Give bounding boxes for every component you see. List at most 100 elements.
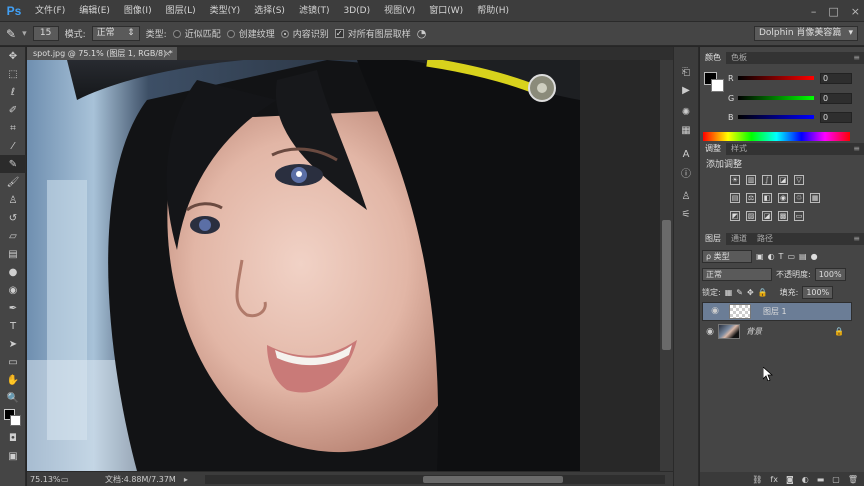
menu-3d[interactable]: 3D(D): [336, 0, 377, 22]
tab-swatches[interactable]: 色板: [726, 52, 752, 64]
menu-image[interactable]: 图像(I): [117, 0, 159, 22]
histogram-icon[interactable]: ▦: [674, 121, 698, 139]
channel-value-g[interactable]: 0: [820, 92, 852, 104]
eye-icon[interactable]: ◉: [707, 305, 723, 318]
menu-select[interactable]: 选择(S): [247, 0, 292, 22]
lasso-tool-icon[interactable]: ℓ: [0, 83, 26, 101]
clone-source-icon[interactable]: ♙: [674, 187, 698, 205]
layer-row-background[interactable]: ◉ 背景 🔒: [702, 322, 852, 341]
brush-tool-icon[interactable]: 🖌: [0, 173, 26, 191]
portrait-photo[interactable]: [27, 60, 580, 471]
actions-icon[interactable]: ▶: [674, 81, 698, 99]
minimize-icon[interactable]: –: [811, 5, 817, 18]
pen-tool-icon[interactable]: ✒: [0, 299, 26, 317]
opacity-value[interactable]: 100%: [814, 267, 846, 281]
crop-tool-icon[interactable]: ⌗: [0, 119, 26, 137]
status-menu-arrow-icon[interactable]: ▸: [184, 475, 188, 484]
workspace-select[interactable]: Dolphin 肖像美容篇 ▾: [754, 26, 858, 41]
eraser-tool-icon[interactable]: ▱: [0, 227, 26, 245]
clone-stamp-tool-icon[interactable]: ♙: [0, 191, 26, 209]
photo-filter-icon[interactable]: ◉: [778, 193, 788, 203]
navigator-icon[interactable]: ✺: [674, 103, 698, 121]
channel-slider-g[interactable]: [738, 96, 814, 100]
color-lookup-icon[interactable]: ▦: [810, 193, 820, 203]
menu-layer[interactable]: 图层(L): [159, 0, 203, 22]
filter-toggle-icon[interactable]: ●: [811, 252, 818, 261]
menu-file[interactable]: 文件(F): [28, 0, 72, 22]
layer-filter-select[interactable]: ρ 类型: [702, 249, 752, 263]
tab-channels[interactable]: 通道: [726, 233, 752, 245]
levels-icon[interactable]: ▥: [746, 175, 756, 185]
blur-tool-icon[interactable]: ●: [0, 263, 26, 281]
channel-mixer-icon[interactable]: ♲: [794, 193, 804, 203]
hand-tool-icon[interactable]: ✋: [0, 371, 26, 389]
document-tab[interactable]: spot.jpg @ 75.1% (图层 1, RGB/8) * ×: [27, 47, 177, 60]
background-color-swatch[interactable]: [711, 79, 724, 92]
horizontal-scroll-thumb[interactable]: [423, 476, 563, 483]
tool-preset-chevron-icon[interactable]: ▾: [22, 29, 27, 39]
menu-help[interactable]: 帮助(H): [470, 0, 516, 22]
tab-styles[interactable]: 样式: [726, 143, 752, 155]
panel-menu-icon[interactable]: ≡: [853, 143, 860, 155]
tab-adjustments[interactable]: 调整: [700, 143, 726, 155]
tab-color[interactable]: 颜色: [700, 52, 726, 64]
spot-healing-brush-icon[interactable]: ✎: [6, 27, 16, 41]
color-spectrum[interactable]: [703, 132, 850, 141]
maximize-icon[interactable]: □: [828, 5, 838, 18]
vibrance-icon[interactable]: ▽: [794, 175, 804, 185]
channel-slider-r[interactable]: [738, 76, 814, 80]
color-swatches[interactable]: [0, 407, 25, 429]
character-icon[interactable]: A: [674, 145, 698, 163]
posterize-icon[interactable]: ▨: [746, 211, 756, 221]
filter-smart-icon[interactable]: ▤: [799, 252, 807, 261]
background-color-swatch[interactable]: [10, 415, 21, 426]
invert-icon[interactable]: ◩: [730, 211, 740, 221]
type-tool-icon[interactable]: T: [0, 317, 26, 335]
filter-type-icon[interactable]: T: [779, 252, 784, 261]
link-icon[interactable]: ⛓: [752, 475, 762, 484]
move-tool-icon[interactable]: ✥: [0, 47, 26, 65]
close-icon[interactable]: ×: [851, 5, 860, 18]
trash-icon[interactable]: 🗑: [848, 475, 858, 484]
tab-layers[interactable]: 图层: [700, 233, 726, 245]
blend-mode-select[interactable]: 正常: [702, 267, 772, 281]
horizontal-scrollbar[interactable]: [205, 475, 665, 484]
lock-all-icon[interactable]: 🔒: [758, 288, 768, 297]
dodge-tool-icon[interactable]: ◉: [0, 281, 26, 299]
zoom-tool-icon[interactable]: 🔍: [0, 389, 26, 407]
gradient-map-icon[interactable]: ▭: [794, 211, 804, 221]
brush-size-picker[interactable]: 15: [32, 26, 59, 41]
channel-value-r[interactable]: 0: [820, 72, 852, 84]
filter-shape-icon[interactable]: ▭: [787, 252, 795, 261]
lock-transparent-icon[interactable]: ▦: [725, 288, 733, 297]
history-icon[interactable]: ⎗: [674, 63, 698, 81]
pressure-icon[interactable]: ◔: [417, 27, 427, 40]
hue-saturation-icon[interactable]: ▤: [730, 193, 740, 203]
close-tab-icon[interactable]: ×: [164, 47, 171, 60]
export-icon[interactable]: ▭: [61, 475, 75, 484]
new-layer-icon[interactable]: ▢: [832, 475, 840, 484]
path-select-tool-icon[interactable]: ➤: [0, 335, 26, 353]
panel-menu-icon[interactable]: ≡: [853, 233, 860, 245]
fx-icon[interactable]: fx: [770, 475, 778, 484]
color-balance-icon[interactable]: ⚖: [746, 193, 756, 203]
mode-select[interactable]: 正常 ⇕: [91, 26, 140, 41]
lock-pixels-icon[interactable]: ✎: [736, 288, 743, 297]
menu-type[interactable]: 类型(Y): [203, 0, 248, 22]
sample-all-layers-checkbox[interactable]: ✓ 对所有图层取样: [334, 27, 411, 40]
menu-view[interactable]: 视图(V): [377, 0, 422, 22]
radio-content-aware[interactable]: 内容识别: [280, 27, 329, 40]
panel-menu-icon[interactable]: ≡: [853, 52, 860, 64]
shape-tool-icon[interactable]: ▭: [0, 353, 26, 371]
canvas-area[interactable]: [27, 60, 660, 471]
menu-edit[interactable]: 编辑(E): [72, 0, 117, 22]
vertical-scroll-thumb[interactable]: [662, 220, 671, 350]
vertical-scrollbar[interactable]: [660, 60, 673, 471]
layer-row-layer1[interactable]: ◉ 图层 1: [702, 302, 852, 321]
filter-pixel-icon[interactable]: ▣: [756, 252, 764, 261]
selective-color-icon[interactable]: ▩: [778, 211, 788, 221]
black-white-icon[interactable]: ◧: [762, 193, 772, 203]
quick-mask-icon[interactable]: ◘: [0, 429, 26, 447]
fill-value[interactable]: 100%: [802, 285, 834, 299]
eyedropper-tool-icon[interactable]: ⁄: [0, 137, 26, 155]
